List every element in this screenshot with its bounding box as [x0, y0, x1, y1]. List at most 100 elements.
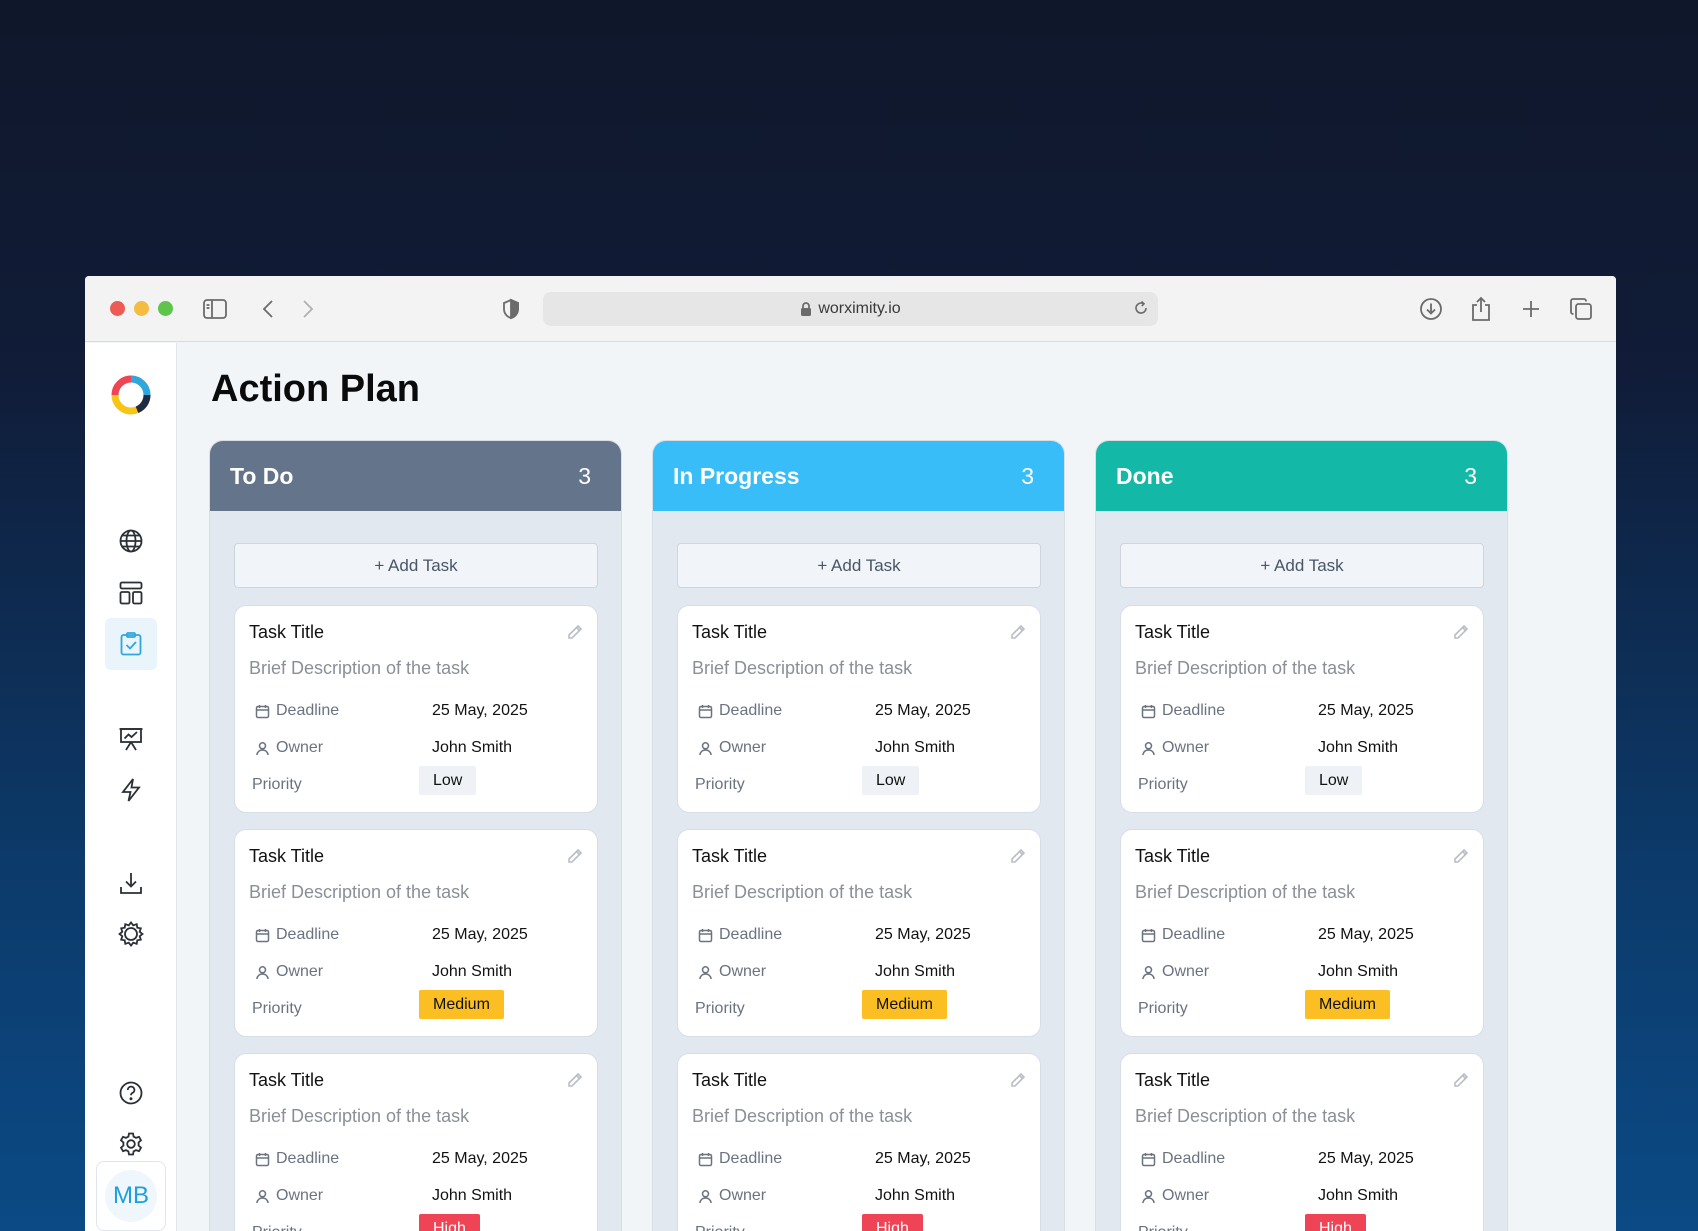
tab-overview-icon[interactable] — [1568, 296, 1594, 322]
priority-label: Priority — [1138, 1224, 1188, 1231]
edit-pencil-icon[interactable] — [1010, 624, 1026, 645]
task-card[interactable]: Task Title Brief Description of the task D… — [677, 1053, 1041, 1231]
priority-badge: Low — [419, 766, 477, 795]
task-description: Brief Description of the task — [1135, 882, 1356, 902]
deadline-label: Deadline — [1141, 702, 1225, 720]
task-description: Brief Description of the task — [249, 658, 470, 678]
priority-label: Priority — [695, 776, 745, 793]
task-card[interactable]: Task Title Brief Description of the task D… — [1120, 605, 1484, 813]
app-logo[interactable] — [109, 373, 153, 417]
column-title: Done — [1116, 462, 1174, 489]
user-avatar[interactable]: MB — [96, 1161, 166, 1231]
user-icon — [1141, 965, 1162, 980]
edit-pencil-icon[interactable] — [567, 848, 583, 869]
owner-label-text: Owner — [719, 963, 767, 980]
lock-icon — [800, 301, 812, 317]
owner-label-text: Owner — [276, 1187, 324, 1204]
column-todo: To Do 3 + Add Task Task Title Brief Descript… — [209, 440, 622, 1231]
maximize-window-button[interactable] — [158, 301, 173, 316]
download-icon[interactable] — [105, 857, 157, 909]
user-icon — [698, 965, 719, 980]
owner-label-text: Owner — [276, 739, 324, 756]
close-window-button[interactable] — [110, 301, 125, 316]
owner-label-text: Owner — [1162, 739, 1210, 756]
column-in-progress: In Progress 3 + Add Task Task Title Brief De… — [652, 440, 1065, 1231]
task-card[interactable]: Task Title Brief Description of the task D… — [677, 829, 1041, 1037]
owner-label: Owner — [1141, 963, 1209, 981]
edit-pencil-icon[interactable] — [1010, 848, 1026, 869]
calendar-icon — [1141, 1152, 1162, 1167]
lightning-icon[interactable] — [105, 764, 157, 816]
user-icon — [1141, 741, 1162, 756]
owner-value: John Smith — [432, 963, 513, 980]
forward-icon[interactable] — [295, 296, 321, 322]
deadline-label: Deadline — [698, 702, 782, 720]
priority-label: Priority — [252, 1000, 302, 1017]
task-card[interactable]: Task Title Brief Description of the task D… — [234, 605, 598, 813]
owner-value: John Smith — [875, 739, 956, 756]
edit-pencil-icon[interactable] — [567, 1072, 583, 1093]
owner-label-text: Owner — [1162, 963, 1210, 980]
add-task-button[interactable]: + Add Task — [234, 543, 598, 588]
help-icon[interactable] — [105, 1067, 157, 1119]
column-header: In Progress 3 — [653, 441, 1064, 511]
calendar-icon — [255, 1152, 276, 1167]
priority-badge: High — [419, 1214, 480, 1231]
back-icon[interactable] — [255, 296, 281, 322]
presentation-chart-icon[interactable] — [105, 713, 157, 765]
task-card[interactable]: Task Title Brief Description of the task D… — [1120, 829, 1484, 1037]
deadline-value: 25 May, 2025 — [432, 926, 528, 943]
address-bar[interactable]: worximity.io — [543, 292, 1158, 326]
reload-icon[interactable] — [1132, 299, 1150, 322]
edit-pencil-icon[interactable] — [1453, 624, 1469, 645]
deadline-label-text: Deadline — [276, 702, 340, 719]
edit-pencil-icon[interactable] — [1453, 848, 1469, 869]
minimize-window-button[interactable] — [134, 301, 149, 316]
owner-label-text: Owner — [276, 963, 324, 980]
priority-label: Priority — [252, 1224, 302, 1231]
deadline-label: Deadline — [698, 926, 782, 944]
browser-toolbar: worximity.io — [85, 276, 1616, 342]
edit-pencil-icon[interactable] — [1010, 1072, 1026, 1093]
priority-label: Priority — [695, 1224, 745, 1231]
privacy-shield-icon[interactable] — [498, 296, 524, 322]
calendar-icon — [698, 704, 719, 719]
add-task-button[interactable]: + Add Task — [1120, 543, 1484, 588]
deadline-value: 25 May, 2025 — [432, 702, 528, 719]
deadline-label: Deadline — [1141, 1150, 1225, 1168]
user-icon — [255, 741, 276, 756]
owner-label: Owner — [1141, 1187, 1209, 1205]
task-card[interactable]: Task Title Brief Description of the task D… — [1120, 1053, 1484, 1231]
layout-icon[interactable] — [105, 567, 157, 619]
calendar-icon — [698, 1152, 719, 1167]
deadline-label: Deadline — [698, 1150, 782, 1168]
add-task-button[interactable]: + Add Task — [677, 543, 1041, 588]
sidebar-toggle-icon[interactable] — [202, 296, 228, 322]
deadline-label-text: Deadline — [719, 702, 783, 719]
owner-label-text: Owner — [1162, 1187, 1210, 1204]
calendar-icon — [1141, 704, 1162, 719]
browser-window: worximity.io MB Action Plan To Do 3 + Ad… — [85, 276, 1616, 1231]
column-header: Done 3 — [1096, 441, 1507, 511]
gear-badge-icon[interactable] — [105, 908, 157, 960]
task-card[interactable]: Task Title Brief Description of the task D… — [234, 1053, 598, 1231]
new-tab-icon[interactable] — [1518, 296, 1544, 322]
task-description: Brief Description of the task — [249, 882, 470, 902]
app-sidebar: MB — [85, 343, 177, 1231]
globe-icon[interactable] — [105, 515, 157, 567]
edit-pencil-icon[interactable] — [1453, 1072, 1469, 1093]
task-card[interactable]: Task Title Brief Description of the task D… — [677, 605, 1041, 813]
owner-label-text: Owner — [719, 739, 767, 756]
edit-pencil-icon[interactable] — [567, 624, 583, 645]
deadline-label-text: Deadline — [719, 926, 783, 943]
task-title: Task Title — [249, 622, 325, 642]
task-card[interactable]: Task Title Brief Description of the task D… — [234, 829, 598, 1037]
priority-label: Priority — [695, 1000, 745, 1017]
user-icon — [698, 741, 719, 756]
downloads-icon[interactable] — [1418, 296, 1444, 322]
calendar-icon — [255, 704, 276, 719]
clipboard-check-icon[interactable] — [105, 618, 157, 670]
owner-label: Owner — [255, 963, 323, 981]
share-icon[interactable] — [1468, 296, 1494, 322]
owner-value: John Smith — [1318, 739, 1399, 756]
